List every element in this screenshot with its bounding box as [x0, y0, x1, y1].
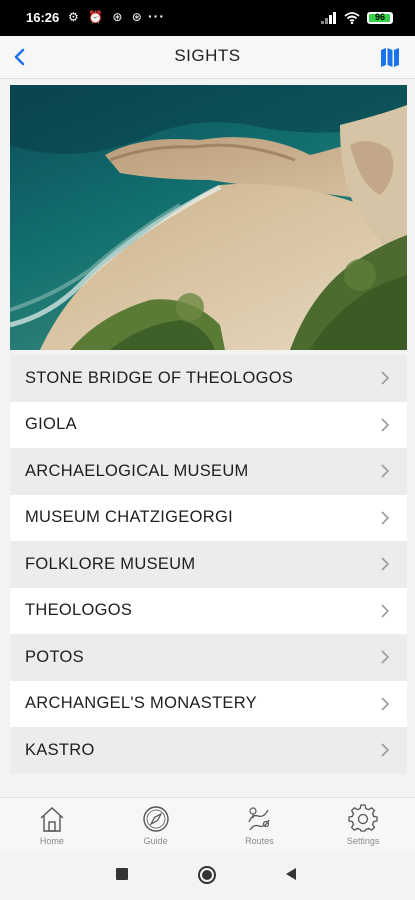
chevron-right-icon	[381, 371, 390, 385]
circle-icon	[198, 866, 216, 884]
list-item[interactable]: ARCHAELOGICAL MUSEUM	[10, 448, 407, 495]
home-system-button[interactable]	[197, 865, 217, 890]
nav-guide[interactable]: Guide	[104, 798, 208, 852]
sights-list: STONE BRIDGE OF THEOLOGOS GIOLA ARCHAELO…	[10, 355, 407, 774]
nav-home[interactable]: Home	[0, 798, 104, 852]
chevron-right-icon	[381, 650, 390, 664]
map-button[interactable]	[377, 44, 403, 70]
back-system-button[interactable]	[284, 867, 298, 886]
battery-icon: 96	[367, 12, 393, 24]
recent-apps-button[interactable]	[115, 867, 129, 886]
list-item-label: GIOLA	[25, 415, 77, 434]
signal-icon	[321, 12, 336, 24]
gear-icon	[348, 804, 378, 832]
bottom-nav: Home Guide Routes Settings	[0, 797, 415, 852]
list-item-label: POTOS	[25, 647, 84, 666]
chevron-right-icon	[381, 557, 390, 571]
status-time: 16:26	[26, 10, 60, 25]
chevron-right-icon	[381, 511, 390, 525]
list-item-label: ARCHANGEL'S MONASTERY	[25, 694, 257, 713]
nav-label: Home	[39, 836, 64, 846]
square-icon	[116, 868, 128, 880]
chevron-right-icon	[381, 743, 390, 757]
triangle-back-icon	[286, 868, 296, 880]
list-item-label: KASTRO	[25, 740, 95, 759]
chevron-right-icon	[381, 464, 390, 478]
nav-label: Settings	[346, 836, 380, 846]
system-nav-bar	[0, 851, 415, 900]
list-item[interactable]: POTOS	[10, 634, 407, 681]
nav-label: Routes	[245, 836, 274, 846]
list-item[interactable]: ARCHANGEL'S MONASTERY	[10, 680, 407, 727]
nav-label: Guide	[143, 836, 168, 846]
map-icon	[381, 48, 399, 67]
list-item[interactable]: MUSEUM CHATZIGEORGI	[10, 494, 407, 541]
notification-icons: ⚙ ⏰ ⊛ ⊛	[68, 10, 145, 24]
chevron-right-icon	[381, 418, 390, 432]
beach-photo	[10, 85, 407, 350]
chevron-right-icon	[381, 697, 390, 711]
chevron-right-icon	[381, 604, 390, 618]
hero-image	[10, 85, 407, 350]
list-item-label: STONE BRIDGE OF THEOLOGOS	[25, 368, 294, 387]
list-item[interactable]: THEOLOGOS	[10, 587, 407, 634]
status-right: 96	[321, 11, 393, 25]
nav-routes[interactable]: Routes	[208, 798, 312, 852]
battery-level: 96	[374, 12, 385, 22]
wifi-icon	[344, 12, 360, 24]
routes-icon	[248, 807, 270, 831]
list-item-label: MUSEUM CHATZIGEORGI	[25, 508, 233, 527]
compass-icon	[142, 806, 169, 832]
home-icon	[40, 807, 64, 832]
list-item[interactable]: STONE BRIDGE OF THEOLOGOS	[10, 355, 407, 402]
page-title: SIGHTS	[174, 46, 241, 65]
nav-settings[interactable]: Settings	[311, 798, 415, 852]
list-item-label: ARCHAELOGICAL MUSEUM	[25, 461, 249, 480]
list-item[interactable]: KASTRO	[10, 727, 407, 774]
header: SIGHTS	[0, 36, 415, 79]
list-item[interactable]: FOLKLORE MUSEUM	[10, 541, 407, 588]
list-item-label: THEOLOGOS	[25, 601, 133, 620]
list-item-label: FOLKLORE MUSEUM	[25, 554, 196, 573]
list-item[interactable]: GIOLA	[10, 401, 407, 448]
status-bar: 16:26 ⚙ ⏰ ⊛ ⊛ ··· 96	[0, 0, 415, 36]
more-notifications-icon: ···	[148, 8, 165, 24]
